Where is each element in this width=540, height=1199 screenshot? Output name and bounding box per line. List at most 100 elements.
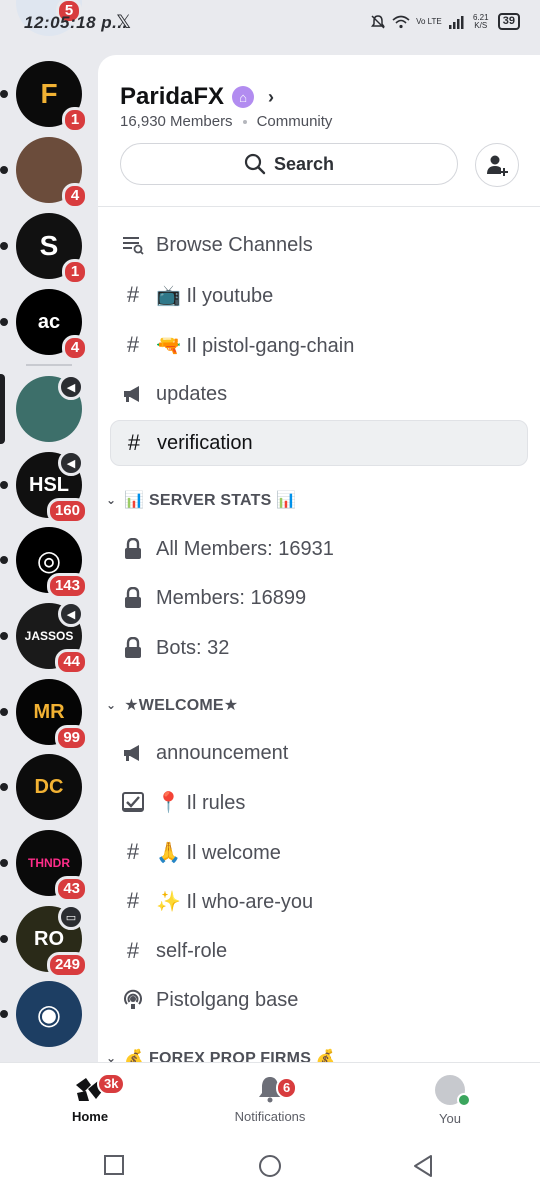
speaker-icon: ◀	[58, 450, 84, 476]
notification-badge: 6	[276, 1077, 298, 1099]
server-hsl[interactable]: HSL ◀ 160	[16, 450, 88, 524]
network-type: Vo LTE	[416, 16, 442, 26]
server-indicator-pill	[0, 318, 8, 326]
server-person[interactable]: 4	[16, 137, 88, 209]
channel-members[interactable]: Members: 16899	[110, 575, 528, 621]
channel-label: Pistolgang base	[156, 988, 299, 1011]
hash-lock-icon: #	[126, 839, 140, 864]
server-jassos[interactable]: JASSOS ◀ 44	[16, 601, 88, 675]
channel-all-members[interactable]: All Members: 16931	[110, 526, 528, 572]
battery-icon: 39	[497, 13, 520, 30]
browse-channels-row[interactable]: Browse Channels	[110, 222, 528, 268]
server-rail[interactable]: 5 F 1 4 S 1 ac 4 ◀ HSL ◀ 160 ◎ 143 JASSOS ◀ 44 MR 99 DC THN…	[0, 0, 98, 1062]
server-indicator-pill	[0, 783, 8, 791]
meta-separator	[242, 119, 247, 124]
channel-label: 🙏 Il welcome	[156, 841, 281, 864]
status-bar: 12:05:18 p... 𝕏 Vo LTE 6.21 K/S 39	[0, 0, 540, 50]
server-avatar: ◉	[16, 981, 82, 1047]
channel-pistol-gang-chain[interactable]: # 🔫 Il pistol-gang-chain	[110, 322, 528, 368]
server-scene[interactable]: ◀	[16, 374, 84, 442]
channel-label: 🔫 Il pistol-gang-chain	[156, 334, 355, 357]
status-time: 12:05:18 p...	[24, 13, 128, 32]
channel-label: Browse Channels	[156, 233, 313, 256]
server-type: Community	[256, 113, 333, 130]
unread-badge: 43	[55, 876, 88, 902]
lock-icon	[120, 587, 146, 609]
community-house-icon: ⌂	[232, 86, 255, 108]
channel-label: self-role	[156, 939, 228, 962]
net-speed: 6.21 K/S	[472, 12, 489, 30]
nav-you[interactable]: You	[390, 1075, 510, 1126]
server-indicator-pill	[0, 481, 8, 489]
channel-label: 📍 Il rules	[156, 791, 246, 814]
category-welcome[interactable]: ⌄ ★WELCOME★	[106, 690, 238, 720]
x-app-icon: 𝕏	[116, 12, 132, 33]
bottom-nav: Home 3k Notifications 6 You	[0, 1062, 540, 1140]
megaphone-icon	[120, 743, 146, 763]
server-mr[interactable]: MR 99	[16, 679, 88, 751]
server-indicator-pill	[0, 90, 8, 98]
channel-announcement[interactable]: announcement	[110, 730, 528, 776]
nav-notifications[interactable]: Notifications 6	[210, 1075, 330, 1124]
megaphone-icon	[120, 384, 146, 404]
home-circle-icon[interactable]	[258, 1154, 282, 1178]
wifi-icon	[392, 15, 410, 28]
lock-icon	[120, 637, 146, 659]
system-nav-bar	[0, 1140, 540, 1199]
nav-you-label: You	[439, 1111, 461, 1126]
hash-icon: #	[127, 430, 141, 455]
chevron-right-icon: ›	[268, 86, 275, 107]
back-triangle-icon[interactable]	[412, 1154, 434, 1178]
channel-youtube[interactable]: # 📺 Il youtube	[110, 272, 528, 318]
server-indicator-pill	[0, 935, 8, 943]
user-avatar	[435, 1075, 471, 1107]
channel-who-are-you[interactable]: # ✨ Il who-are-you	[110, 878, 528, 924]
channel-label: Bots: 32	[156, 636, 230, 659]
channel-label: updates	[156, 382, 228, 405]
recents-square-icon[interactable]	[103, 1154, 125, 1176]
hash-icon: #	[126, 282, 140, 307]
category-server-stats[interactable]: ⌄ 📊 SERVER STATS 📊	[106, 485, 296, 515]
unread-badge: 143	[46, 573, 88, 599]
chevron-down-icon: ⌄	[106, 698, 117, 712]
speaker-icon: ◀	[58, 374, 84, 400]
invite-button[interactable]	[475, 143, 519, 187]
server-title[interactable]: ParidaFX ⌂ ›	[120, 83, 274, 111]
unread-badge: 44	[55, 649, 88, 675]
server-indicator-pill	[0, 166, 8, 174]
unread-badge: 1	[62, 259, 88, 285]
category-label: 📊 SERVER STATS 📊	[124, 492, 297, 509]
channel-verification[interactable]: # verification	[110, 420, 528, 466]
channel-self-role[interactable]: # self-role	[110, 928, 528, 974]
category-forex-prop-firms[interactable]: ⌄ 💰 FOREX PROP FIRMS 💰	[106, 1043, 336, 1063]
server-ac[interactable]: ac 4	[16, 289, 88, 361]
server-thndr[interactable]: THNDR 43	[16, 830, 88, 902]
channel-updates[interactable]: updates	[110, 371, 528, 417]
channel-label: 📺 Il youtube	[156, 284, 274, 307]
mute-bell-icon	[371, 14, 386, 29]
channel-rules[interactable]: 📍 Il rules	[110, 779, 528, 825]
server-ro[interactable]: RO ▭ 249	[16, 904, 88, 978]
server-indicator-pill	[0, 859, 8, 867]
unread-badge: 1	[62, 107, 88, 133]
server-dc[interactable]: DC	[16, 754, 82, 820]
nav-home[interactable]: Home 3k	[30, 1073, 150, 1124]
unread-badge: 249	[46, 952, 88, 978]
server-meta: 16,930 Members Community	[120, 113, 332, 130]
chevron-down-icon: ⌄	[106, 493, 117, 507]
server-swoosh[interactable]: ◎ 143	[16, 527, 88, 599]
channel-welcome[interactable]: # 🙏 Il welcome	[110, 829, 528, 875]
server-fx[interactable]: F1	[16, 61, 88, 133]
channel-panel: ParidaFX ⌂ › 16,930 Members Community Se…	[98, 55, 540, 1063]
unread-badge: 4	[62, 183, 88, 209]
channel-bots[interactable]: Bots: 32	[110, 625, 528, 671]
unread-badge: 160	[46, 498, 88, 524]
status-icons: Vo LTE 6.21 K/S 39	[370, 13, 520, 30]
home-badge: 3k	[97, 1073, 126, 1095]
server-ring[interactable]: ◉	[16, 981, 82, 1047]
category-label: ★WELCOME★	[124, 697, 239, 714]
channel-pistolgang-base[interactable]: Pistolgang base	[110, 977, 528, 1023]
hash-lock-icon: #	[126, 888, 140, 913]
search-button[interactable]: Search	[120, 143, 458, 185]
server-circle-logo[interactable]: S1	[16, 213, 88, 285]
